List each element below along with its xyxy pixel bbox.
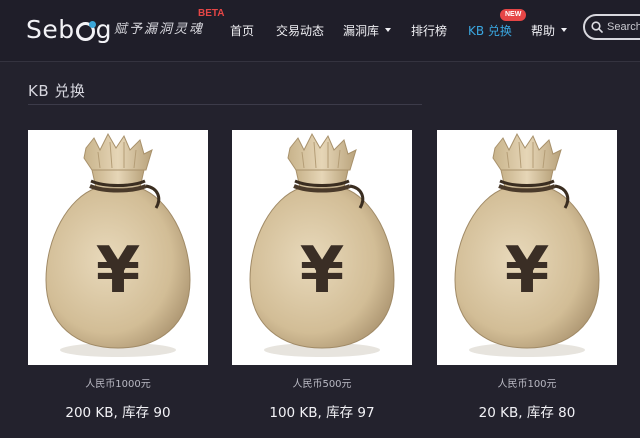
product-exchange-link[interactable]: 200 KB, 库存 90 — [28, 401, 208, 421]
search-input[interactable] — [607, 21, 640, 33]
sebug-logo[interactable]: Seb g — [26, 13, 112, 45]
title-divider — [28, 104, 422, 105]
product-price: 人民币500元 — [292, 379, 352, 390]
new-badge: NEW — [500, 9, 527, 21]
nav-help-label: 帮助 — [531, 23, 556, 38]
beta-label: BETA — [198, 8, 225, 19]
search-box[interactable] — [583, 14, 640, 40]
chevron-down-icon — [385, 28, 392, 32]
logo-o-icon — [75, 20, 96, 41]
nav-home[interactable]: 首页 — [230, 20, 254, 40]
money-bag-icon[interactable] — [232, 130, 412, 365]
nav-trade-activity-label: 交易动态 — [276, 23, 325, 38]
page-title: KB 兑换 — [28, 82, 86, 100]
nav-help[interactable]: 帮助 — [531, 20, 568, 40]
money-bag-icon[interactable] — [437, 130, 617, 365]
product-exchange-link[interactable]: 100 KB, 库存 97 — [232, 401, 412, 421]
product-card-500: 人民币500元 100 KB, 库存 97 — [232, 130, 412, 421]
product-card-100: 人民币100元 20 KB, 库存 80 — [437, 130, 617, 421]
nav-trade-activity[interactable]: 交易动态 — [276, 20, 324, 40]
nav-kb-exchange-label: KB 兑换 — [468, 23, 512, 38]
nav-home-label: 首页 — [230, 23, 255, 38]
brand-slogan: 赋予漏洞灵魂 — [114, 22, 205, 37]
product-price: 人民币100元 — [497, 379, 557, 390]
nav-kb-exchange[interactable]: KB 兑换 — [468, 20, 512, 40]
nav-vuln-db-label: 漏洞库 — [343, 23, 380, 38]
top-navbar: Seb g 赋予漏洞灵魂 BETA 首页 交易动态 漏洞库 排行榜 KB 兑换 … — [0, 0, 640, 62]
nav-leaderboard-label: 排行榜 — [411, 23, 448, 38]
money-bag-icon[interactable] — [28, 130, 208, 365]
logo-text-start: Seb — [26, 14, 75, 44]
chevron-down-icon — [561, 28, 568, 32]
nav-vuln-db[interactable]: 漏洞库 — [343, 20, 392, 40]
search-icon[interactable] — [591, 21, 603, 33]
product-card-1000: 人民币1000元 200 KB, 库存 90 — [28, 130, 208, 421]
nav-leaderboard[interactable]: 排行榜 — [411, 20, 447, 40]
product-exchange-link[interactable]: 20 KB, 库存 80 — [437, 401, 617, 421]
product-price: 人民币1000元 — [85, 379, 151, 390]
logo-text-end: g — [95, 14, 112, 44]
